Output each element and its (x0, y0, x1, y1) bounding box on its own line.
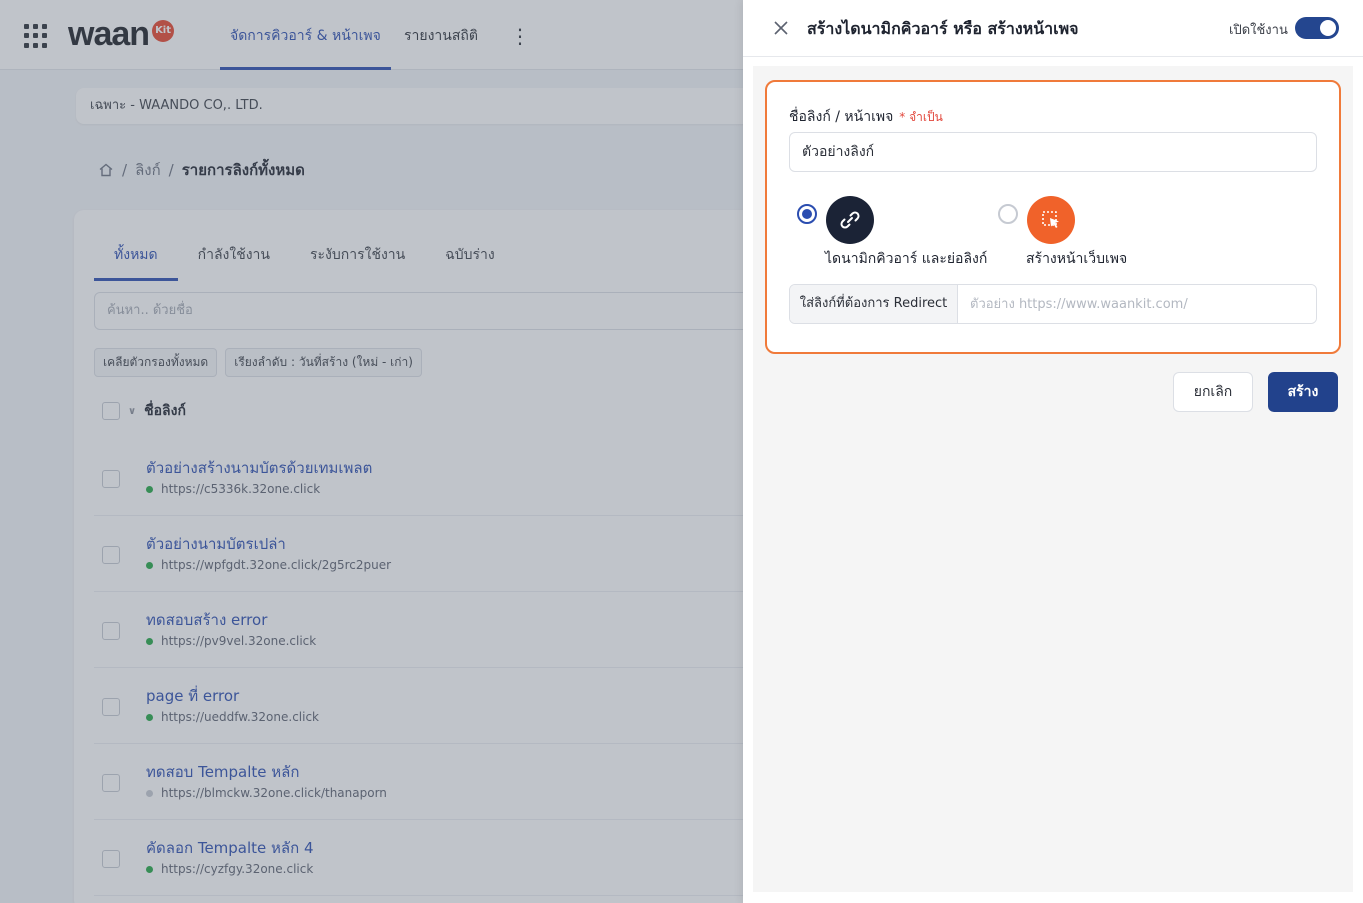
redirect-label: ใส่ลิงก์ที่ต้องการ Redirect (790, 285, 958, 323)
cancel-button[interactable]: ยกเลิก (1173, 372, 1253, 412)
enable-label: เปิดใช้งาน (1229, 23, 1288, 38)
radio-dynamic-qr[interactable] (797, 204, 817, 224)
name-label-text: ชื่อลิงก์ / หน้าเพจ (789, 109, 894, 125)
create-form: ชื่อลิงก์ / หน้าเพจ * จำเป็น ตัวอย่างลิงก… (765, 80, 1341, 354)
option-label-dynamic-qr[interactable]: ไดนามิกคิวอาร์ และย่อลิงก์ (825, 248, 987, 270)
option-label-web-page[interactable]: สร้างหน้าเว็บเพจ (1026, 248, 1127, 270)
redirect-field: ใส่ลิงก์ที่ต้องการ Redirect (789, 284, 1317, 324)
page-select-icon-glyph (1042, 211, 1059, 228)
drawer-header: สร้างไดนามิกคิวอาร์ หรือ สร้างหน้าเพจ เป… (743, 0, 1363, 57)
modal-backdrop[interactable] (0, 0, 743, 903)
name-field-label: ชื่อลิงก์ / หน้าเพจ * จำเป็น (789, 106, 943, 128)
radio-web-page[interactable] (998, 204, 1018, 224)
toggle-knob (1320, 20, 1336, 36)
page-select-icon[interactable] (1027, 196, 1075, 244)
required-marker: * จำเป็น (899, 110, 943, 124)
link-name-input[interactable]: ตัวอย่างลิงก์ (789, 132, 1317, 172)
drawer-title: สร้างไดนามิกคิวอาร์ หรือ สร้างหน้าเพจ (807, 19, 1079, 38)
create-drawer: สร้างไดนามิกคิวอาร์ หรือ สร้างหน้าเพจ เป… (743, 0, 1363, 903)
create-button[interactable]: สร้าง (1268, 372, 1338, 412)
link-icon[interactable] (826, 196, 874, 244)
drawer-body: ชื่อลิงก์ / หน้าเพจ * จำเป็น ตัวอย่างลิงก… (753, 66, 1353, 892)
link-icon-glyph (840, 211, 860, 229)
close-icon[interactable] (771, 18, 791, 38)
enable-toggle[interactable] (1295, 17, 1339, 39)
redirect-url-input[interactable] (958, 285, 1316, 323)
